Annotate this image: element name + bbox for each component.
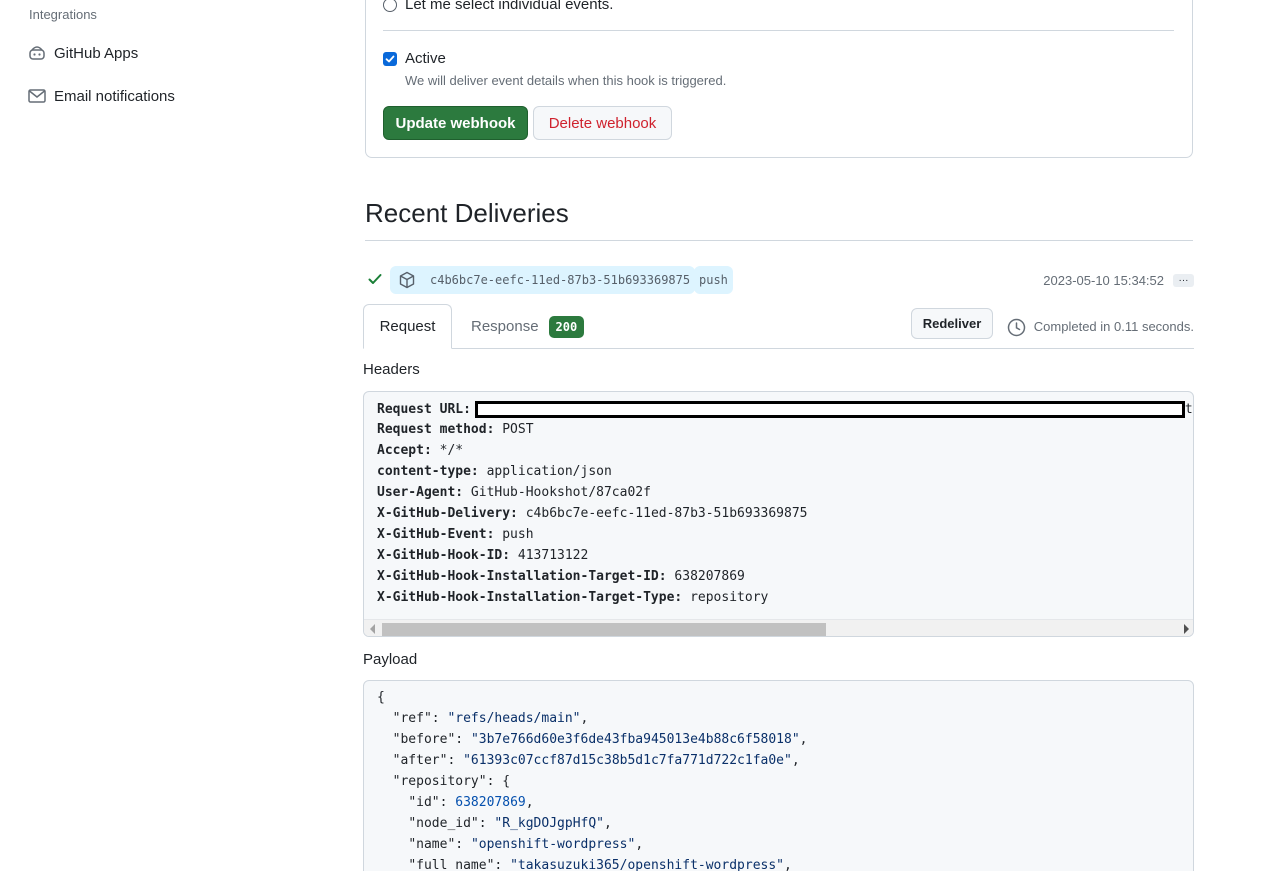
event-type-pill: push: [694, 266, 733, 294]
sidebar-item-label: GitHub Apps: [54, 44, 139, 62]
tab-label: Request: [379, 318, 436, 335]
scroll-right-arrow-icon[interactable]: [1184, 624, 1189, 634]
sidebar-heading-integrations: Integrations: [29, 7, 97, 22]
payload-line: "name": "openshift-wordpress",: [408, 837, 644, 852]
recent-deliveries-title: Recent Deliveries: [365, 198, 569, 228]
sidebar-item-label: Email notifications: [54, 87, 175, 105]
select-individual-events-option[interactable]: Let me select individual events.: [383, 0, 613, 13]
payload-line: "node_id": "R_kgDOJgpHfQ",: [408, 816, 612, 831]
payload-title: Payload: [363, 651, 418, 668]
active-option[interactable]: Active: [383, 50, 446, 67]
sidebar-item-github-apps[interactable]: GitHub Apps: [28, 41, 138, 65]
active-checkbox[interactable]: [383, 51, 397, 66]
payload-line: "after": "61393c07ccf87d15c38b5d1c7fa771…: [392, 753, 800, 768]
header-line: Request method: POST: [377, 422, 534, 437]
delete-webhook-button[interactable]: Delete webhook: [533, 106, 672, 140]
completion-time: Completed in 0.11 seconds.: [1033, 319, 1194, 334]
more-options-button[interactable]: ···: [1173, 274, 1194, 287]
headers-title: Headers: [363, 361, 420, 378]
overflow-text: t: [1184, 402, 1193, 417]
header-line: X-GitHub-Delivery: c4b6bc7e-eefc-11ed-87…: [377, 506, 808, 521]
header-line: X-GitHub-Hook-Installation-Target-ID: 63…: [377, 569, 745, 584]
radio-label: Let me select individual events.: [405, 0, 614, 13]
payload-code-block: { "ref": "refs/heads/main", "before": "3…: [363, 680, 1194, 871]
clock-icon: [1007, 318, 1026, 342]
tab-response[interactable]: Response 200: [471, 304, 585, 349]
header-line: X-GitHub-Event: push: [377, 527, 534, 542]
payload-line: "ref": "refs/heads/main",: [392, 711, 589, 726]
header-line: User-Agent: GitHub-Hookshot/87ca02f: [377, 485, 651, 500]
sidebar-item-email-notifications[interactable]: Email notifications: [28, 84, 175, 108]
payload-line: "id": 638207869,: [408, 795, 534, 810]
delivery-row[interactable]: c4b6bc7e-eefc-11ed-87b3-51b693369875 pus…: [363, 266, 1194, 294]
header-line: content-type: application/json: [377, 464, 612, 479]
success-check-icon: [367, 271, 383, 292]
header-line: Request URL: t: [377, 401, 1193, 418]
update-webhook-button[interactable]: Update webhook: [383, 106, 528, 140]
horizontal-scrollbar[interactable]: [364, 619, 1193, 636]
payload-line: "full_name": "takasuzuki365/openshift-wo…: [408, 858, 792, 871]
header-line: X-GitHub-Hook-ID: 413713122: [377, 548, 589, 563]
redacted-url: [474, 401, 1185, 418]
delivery-timestamp: 2023-05-10 15:34:52: [1043, 273, 1164, 288]
delivery-guid: c4b6bc7e-eefc-11ed-87b3-51b693369875: [430, 273, 691, 287]
payload-line: "before": "3b7e766d60e3f6de43fba945013e4…: [392, 732, 808, 747]
payload-line: {: [377, 690, 385, 705]
active-description: We will deliver event details when this …: [405, 73, 727, 88]
delivery-tabs: Request Response 200 Redeliver Completed…: [363, 304, 1194, 349]
redeliver-button[interactable]: Redeliver: [911, 308, 993, 339]
response-status-badge: 200: [548, 315, 585, 338]
settings-sidebar: Integrations GitHub Apps Email notificat…: [0, 0, 340, 871]
payload-line: "repository": {: [392, 774, 511, 789]
package-icon: [398, 271, 416, 289]
radio-button[interactable]: [383, 0, 397, 12]
divider: [383, 30, 1174, 31]
tab-request[interactable]: Request: [363, 304, 452, 349]
headers-code-block: Request URL: t Request method: POST Accep…: [363, 391, 1194, 637]
checkmark-icon: [385, 55, 395, 62]
scroll-left-arrow-icon[interactable]: [370, 624, 375, 634]
divider: [365, 240, 1193, 241]
scrollbar-thumb[interactable]: [382, 623, 826, 636]
active-label: Active: [405, 50, 446, 67]
robot-icon: [28, 44, 46, 62]
header-line: X-GitHub-Hook-Installation-Target-Type: …: [377, 590, 769, 605]
mail-icon: [28, 87, 46, 105]
header-line: Accept: */*: [377, 443, 464, 458]
tab-label: Response: [471, 318, 539, 335]
delivery-guid-pill[interactable]: c4b6bc7e-eefc-11ed-87b3-51b693369875: [390, 266, 696, 294]
